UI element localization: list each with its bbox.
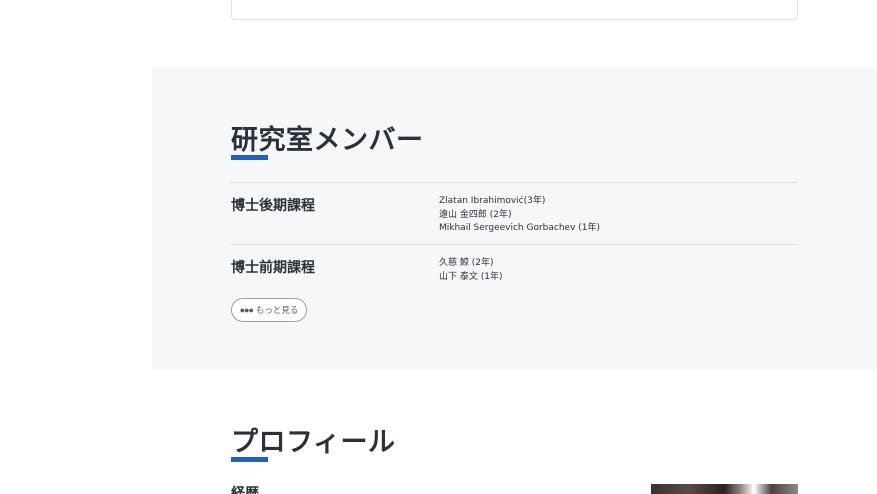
show-more-label: もっと見る	[255, 305, 299, 315]
members-title-underline	[231, 155, 268, 160]
course-label-doctoral: 博士後期課程	[231, 198, 315, 214]
member-list-master: 久慈 鯨 (2年) 山下 泰文 (1年)	[439, 257, 502, 284]
member-item: 久慈 鯨 (2年)	[439, 258, 494, 268]
members-title: 研究室メンバー	[231, 125, 424, 156]
course-label-master: 博士前期課程	[231, 260, 315, 276]
profile-title: プロフィール	[231, 427, 396, 458]
member-item: Zlatan Ibrahimović(3年)	[439, 196, 546, 206]
profile-photo	[651, 484, 798, 494]
member-item: Mikhail Sergeevich Gorbachev (1年)	[439, 223, 601, 233]
previous-section-card	[231, 0, 798, 20]
member-list-doctoral: Zlatan Ibrahimović(3年) 遠山 金四郎 (2年) Mikha…	[439, 195, 600, 236]
member-item: 遠山 金四郎 (2年)	[439, 209, 512, 220]
divider	[231, 182, 798, 183]
ellipsis-icon: ●●●	[239, 305, 254, 315]
history-heading: 経歴	[231, 486, 259, 494]
divider	[231, 244, 798, 245]
show-more-button[interactable]: ●●● もっと見る	[231, 298, 307, 322]
member-item: 山下 泰文 (1年)	[439, 271, 503, 282]
profile-title-underline	[231, 457, 268, 462]
